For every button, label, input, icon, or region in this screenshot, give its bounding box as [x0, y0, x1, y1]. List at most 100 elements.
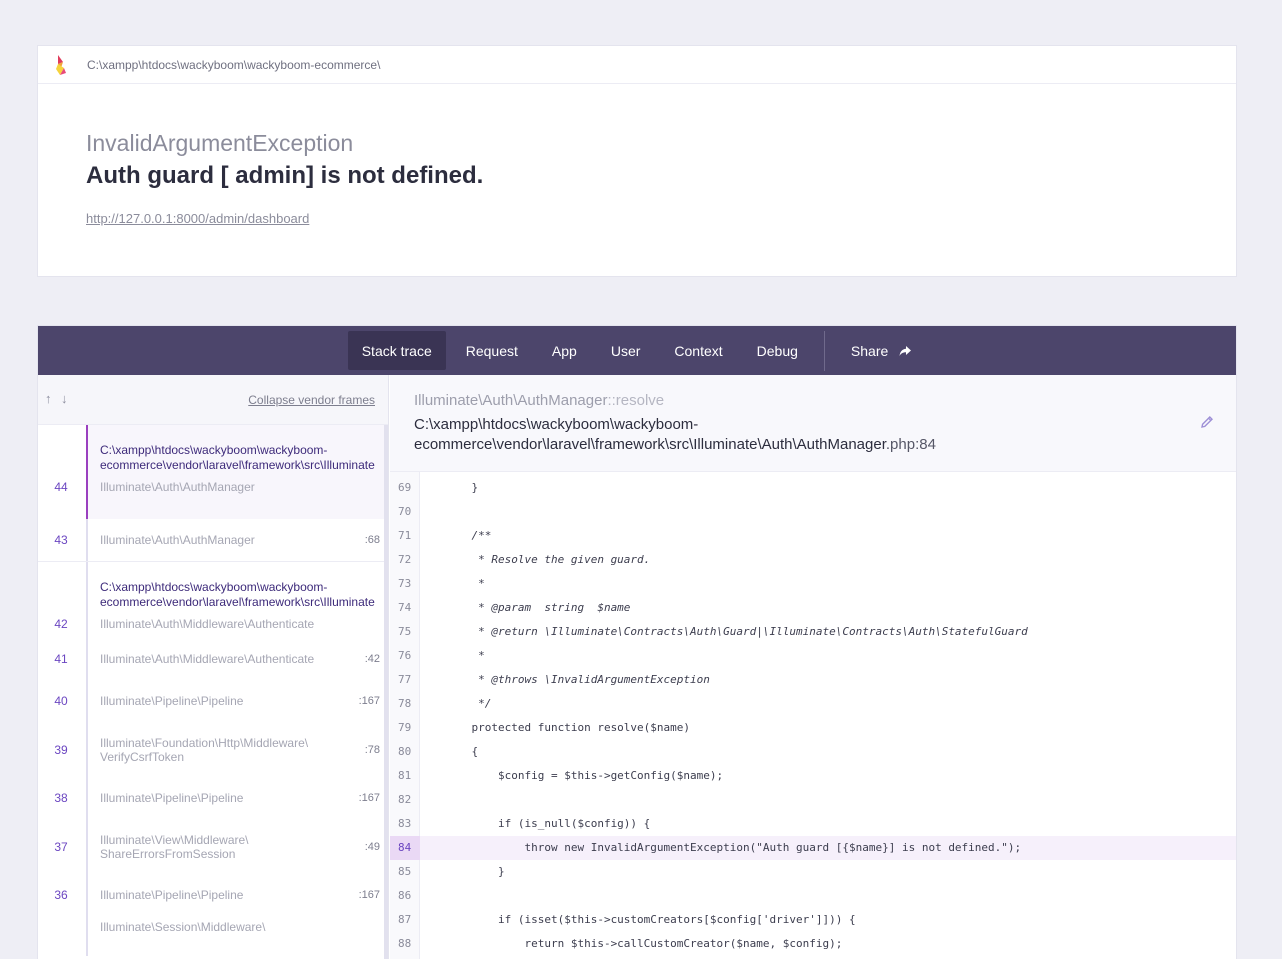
code-lines: 69 } 70 71 /** 72 * Resolve the given guard…	[390, 472, 1236, 956]
frame-file-line1: C:\xampp\htdocs\wackyboom\wackyboom-	[100, 580, 328, 594]
tab-app[interactable]: App	[538, 331, 591, 370]
collapse-vendor-frames-link[interactable]: Collapse vendor frames	[248, 393, 375, 407]
stack-frame[interactable]: 40 Illuminate\Pipeline\Pipeline :167	[54, 680, 388, 722]
line-number[interactable]: 75	[390, 620, 420, 644]
code-line: 76 *	[390, 644, 1236, 668]
frame-class: Illuminate\Pipeline\Pipeline	[100, 694, 244, 708]
code-text: }	[445, 865, 505, 878]
frame-class: Illuminate\View\Middleware\ ShareErrorsF…	[88, 833, 338, 861]
code-text: * @throws \InvalidArgumentException	[445, 673, 710, 686]
stack-frame[interactable]: 44 Illuminate\Auth\AuthManager	[54, 473, 388, 501]
frame-group: C:\xampp\htdocs\wackyboom\wackyboom- eco…	[54, 562, 388, 956]
arrow-down-icon[interactable]: ↓	[61, 391, 68, 406]
stack-frame[interactable]: 37 Illuminate\View\Middleware\ ShareErro…	[54, 819, 388, 874]
tab-share[interactable]: Share	[837, 331, 926, 370]
code-text: protected function resolve($name)	[445, 721, 691, 734]
line-number[interactable]: 79	[390, 716, 420, 740]
stack-frame[interactable]: Illuminate\Session\Middleware\	[88, 916, 388, 956]
code-line-highlighted: 84 throw new InvalidArgumentException("A…	[390, 836, 1236, 860]
frame-number: 37	[54, 839, 68, 854]
tab-user[interactable]: User	[597, 331, 655, 370]
frame-line-number: :42	[364, 653, 380, 665]
tab-request[interactable]: Request	[452, 331, 532, 370]
share-label: Share	[850, 342, 889, 359]
frame-class: Illuminate\Foundation\Http\Middleware\ V…	[88, 736, 338, 764]
line-number[interactable]: 71	[390, 524, 420, 548]
arrow-up-icon[interactable]: ↑	[45, 391, 52, 406]
frame-group-selected[interactable]: C:\xampp\htdocs\wackyboom\wackyboom- eco…	[54, 425, 388, 519]
stack-frame[interactable]: 39 Illuminate\Foundation\Http\Middleware…	[54, 722, 388, 777]
line-number[interactable]: 83	[390, 812, 420, 836]
line-number[interactable]: 84	[390, 836, 420, 860]
ignition-logo-icon	[56, 54, 66, 75]
tabs-bar: Stack trace Request App User Context Deb…	[38, 326, 1236, 375]
line-number[interactable]: 77	[390, 668, 420, 692]
code-line: 87 if (isset($this->customCreators[$conf…	[390, 908, 1236, 932]
project-path-bar: C:\xampp\htdocs\wackyboom\wackyboom-ecom…	[38, 46, 1236, 84]
code-line: 72 * Resolve the given guard.	[390, 548, 1236, 572]
frame-group-file[interactable]: C:\xampp\htdocs\wackyboom\wackyboom- eco…	[88, 562, 385, 610]
line-number[interactable]: 76	[390, 644, 420, 668]
file-path-line1: C:\xampp\htdocs\wackyboom\wackyboom-	[414, 416, 699, 433]
code-line: 88 return $this->callCustomCreator($name…	[390, 932, 1236, 956]
line-number[interactable]: 73	[390, 572, 420, 596]
code-line: 77 * @throws \InvalidArgumentException	[390, 668, 1236, 692]
request-url-link[interactable]: http://127.0.0.1:8000/admin/dashboard	[86, 211, 309, 226]
line-number[interactable]: 81	[390, 764, 420, 788]
frame-class: Illuminate\Pipeline\Pipeline	[100, 791, 244, 805]
line-number[interactable]: 72	[390, 548, 420, 572]
code-text: */	[445, 697, 492, 710]
frame-class-name: Illuminate\Auth\AuthManager	[414, 392, 608, 409]
edit-pencil-icon[interactable]	[1200, 415, 1214, 429]
stack-frame[interactable]: 42 Illuminate\Auth\Middleware\Authentica…	[54, 610, 388, 638]
frame-group-file: C:\xampp\htdocs\wackyboom\wackyboom- eco…	[88, 425, 385, 473]
error-header-card: C:\xampp\htdocs\wackyboom\wackyboom-ecom…	[37, 45, 1237, 277]
line-number[interactable]: 87	[390, 908, 420, 932]
code-line: 82	[390, 788, 1236, 812]
stack-toolbar: ↑ ↓ Collapse vendor frames	[38, 375, 388, 425]
frames-scrollbar[interactable]	[384, 425, 388, 959]
code-line: 80 {	[390, 740, 1236, 764]
code-line: 85 }	[390, 860, 1236, 884]
frame-number: 38	[54, 791, 68, 805]
stack-frame-list: ↑ ↓ Collapse vendor frames C:\xampp\htdo…	[38, 375, 389, 959]
frame-file-line2: ecommerce\vendor\laravel\framework\src\I…	[100, 458, 375, 472]
line-number[interactable]: 80	[390, 740, 420, 764]
frames: C:\xampp\htdocs\wackyboom\wackyboom- eco…	[38, 425, 388, 956]
stack-frame[interactable]: 36 Illuminate\Pipeline\Pipeline :167	[54, 874, 388, 916]
code-line: 83 if (is_null($config)) {	[390, 812, 1236, 836]
line-number[interactable]: 82	[390, 788, 420, 812]
stack-frame[interactable]: 41 Illuminate\Auth\Middleware\Authentica…	[54, 638, 388, 680]
frame-line-number: :167	[358, 889, 380, 901]
code-text: * @param string $name	[445, 601, 631, 614]
line-number[interactable]: 86	[390, 884, 420, 908]
frame-class: Illuminate\Auth\Middleware\Authenticate	[100, 617, 315, 631]
main-panel: Stack trace Request App User Context Deb…	[37, 325, 1237, 959]
code-text: if (isset($this->customCreators[$config[…	[445, 913, 856, 926]
code-text: /**	[445, 529, 492, 542]
line-number[interactable]: 78	[390, 692, 420, 716]
exception-message: Auth guard [ admin] is not defined.	[86, 162, 484, 189]
line-number[interactable]: 70	[390, 500, 420, 524]
frame-line-number: :167	[358, 792, 380, 804]
frame-class-line1: Illuminate\Foundation\Http\Middleware\	[100, 735, 309, 750]
stack-frame[interactable]: 43 Illuminate\Auth\AuthManager :68	[54, 519, 388, 561]
code-text: *	[445, 577, 485, 590]
code-line: 81 $config = $this->getConfig($name);	[390, 764, 1236, 788]
line-number[interactable]: 69	[390, 476, 420, 500]
project-path: C:\xampp\htdocs\wackyboom\wackyboom-ecom…	[87, 57, 381, 72]
code-line: 71 /**	[390, 524, 1236, 548]
share-icon	[899, 345, 912, 356]
frame-method-title: Illuminate\Auth\AuthManager::resolve	[414, 392, 1212, 409]
frame-group: 43 Illuminate\Auth\AuthManager :68	[54, 519, 388, 561]
line-number[interactable]: 85	[390, 860, 420, 884]
frame-class-line1: Illuminate\View\Middleware\	[100, 832, 249, 847]
line-number[interactable]: 74	[390, 596, 420, 620]
code-text: throw new InvalidArgumentException("Auth…	[445, 841, 1022, 854]
stack-frame[interactable]: 38 Illuminate\Pipeline\Pipeline :167	[54, 777, 388, 819]
tab-stack-trace[interactable]: Stack trace	[347, 331, 446, 370]
code-text: *	[445, 649, 485, 662]
line-number[interactable]: 88	[390, 932, 420, 956]
tab-context[interactable]: Context	[660, 331, 736, 370]
tab-debug[interactable]: Debug	[743, 331, 812, 370]
